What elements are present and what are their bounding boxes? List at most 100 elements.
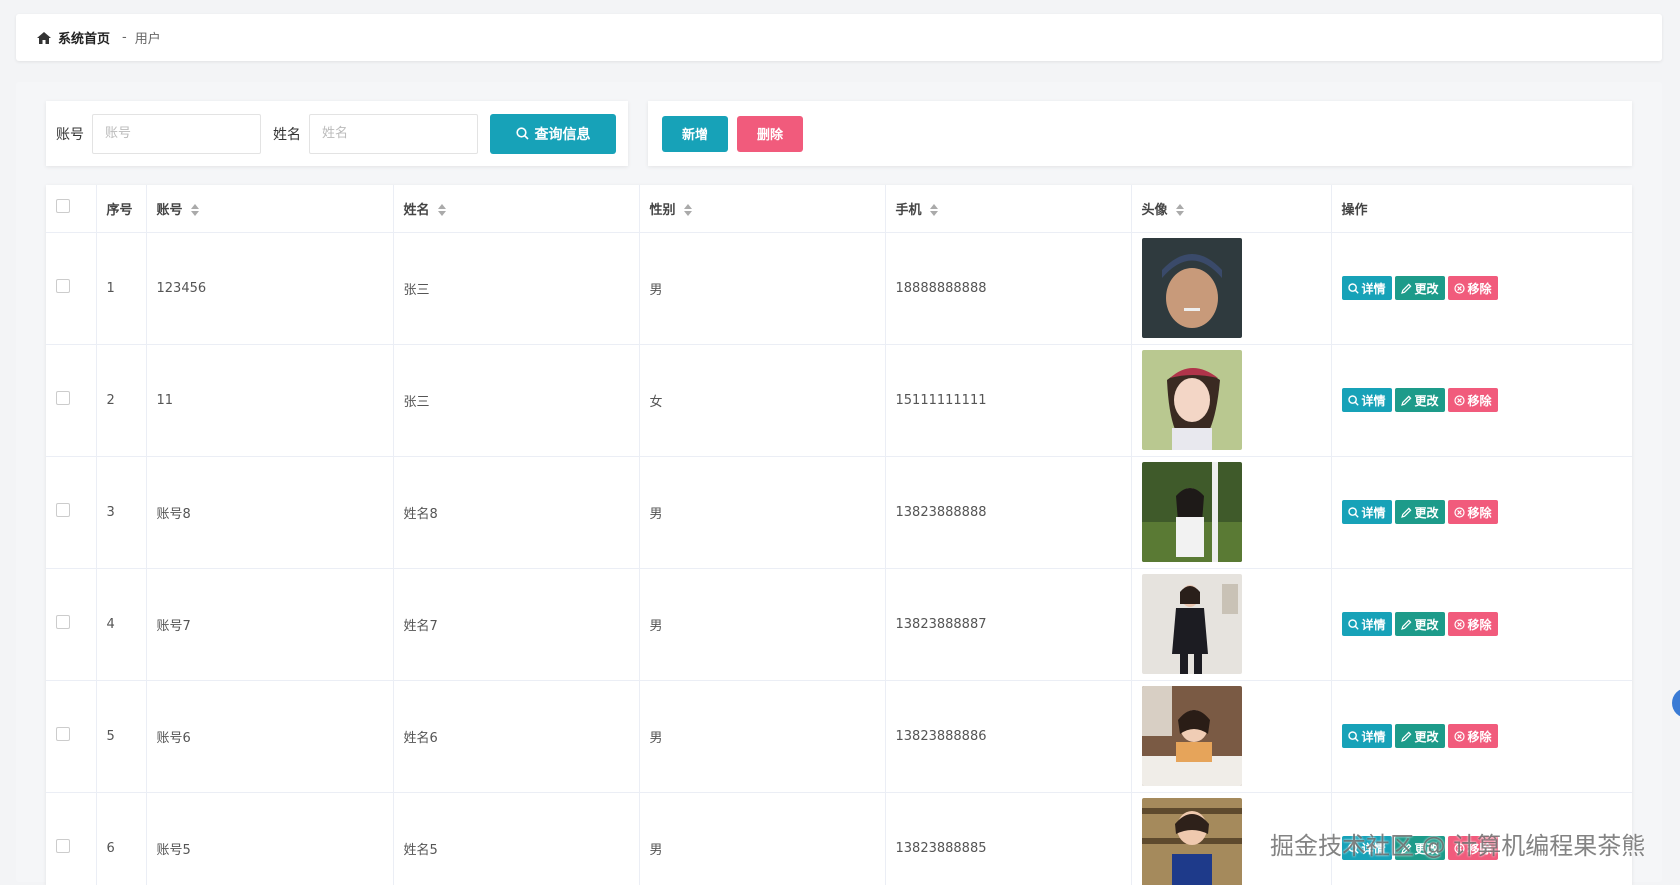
remove-button-label: 移除	[1467, 281, 1492, 296]
detail-button[interactable]: 详情	[1341, 388, 1392, 412]
name-search-input[interactable]	[309, 113, 478, 154]
remove-button[interactable]: 移除	[1447, 500, 1498, 524]
cell-phone: 13823888888	[885, 456, 1132, 569]
detail-button[interactable]: 详情	[1341, 724, 1392, 748]
table-row: 5 账号6 姓名6 男 13823888886 详情 更改 移除	[46, 680, 1632, 793]
remove-button-label: 移除	[1467, 393, 1492, 408]
search-icon	[1347, 730, 1359, 742]
header-index: 序号	[96, 185, 147, 233]
cell-name: 姓名5	[393, 792, 640, 885]
pencil-icon	[1400, 731, 1411, 742]
edit-button[interactable]: 更改	[1394, 612, 1445, 636]
sort-icon[interactable]	[929, 204, 938, 217]
edit-button-label: 更改	[1414, 729, 1439, 744]
header-account[interactable]: 账号	[146, 185, 394, 233]
avatar[interactable]	[1141, 686, 1242, 786]
row-checkbox[interactable]	[56, 279, 70, 293]
table-header-row: 序号 账号 姓名 性别 手机 头像 操作	[46, 185, 1632, 233]
cell-name: 姓名6	[393, 680, 640, 793]
breadcrumb: 系统首页 - 用户	[16, 14, 1662, 61]
remove-button-label: 移除	[1467, 729, 1492, 744]
avatar[interactable]	[1141, 574, 1242, 674]
edit-button[interactable]: 更改	[1394, 500, 1445, 524]
account-search-input[interactable]	[92, 113, 261, 154]
user-table: 序号 账号 姓名 性别 手机 头像 操作 1 123456 张三男 188888888…	[46, 185, 1632, 885]
delete-button[interactable]: 删除	[737, 115, 803, 152]
sort-icon[interactable]	[683, 204, 692, 217]
table-row: 3 账号8 姓名8 男 13823888888 详情 更改 移除	[46, 456, 1632, 569]
avatar[interactable]	[1141, 238, 1242, 338]
detail-button[interactable]: 详情	[1341, 500, 1392, 524]
pencil-icon	[1400, 283, 1411, 294]
cell-ops: 详情 更改 移除	[1331, 344, 1632, 457]
row-checkbox[interactable]	[56, 503, 70, 517]
cell-name: 张三	[393, 232, 640, 345]
select-all-checkbox[interactable]	[56, 199, 70, 214]
edit-button[interactable]: 更改	[1394, 276, 1445, 300]
breadcrumb-home[interactable]: 系统首页	[58, 28, 110, 47]
header-phone[interactable]: 手机	[885, 185, 1132, 233]
cell-gender: 男	[639, 232, 886, 345]
add-button[interactable]: 新增	[662, 115, 728, 152]
cell-account: 123456	[146, 232, 394, 345]
sort-icon[interactable]	[190, 204, 199, 217]
row-checkbox[interactable]	[56, 391, 70, 405]
watermark: 掘金技术社区 @ 计算机编程果茶熊	[1270, 832, 1646, 860]
search-button[interactable]: 查询信息	[490, 113, 616, 154]
remove-button[interactable]: 移除	[1447, 612, 1498, 636]
sort-icon[interactable]	[1175, 204, 1184, 217]
edit-button[interactable]: 更改	[1394, 724, 1445, 748]
search-icon	[1347, 506, 1359, 518]
avatar[interactable]	[1141, 350, 1242, 450]
remove-button[interactable]: 移除	[1447, 724, 1498, 748]
action-toolbar: 新增 删除	[648, 101, 1632, 166]
cell-index: 2	[96, 344, 147, 457]
cell-phone: 18888888888	[885, 232, 1132, 345]
close-circle-icon	[1453, 282, 1465, 294]
cell-index: 5	[96, 680, 147, 793]
detail-button-label: 详情	[1361, 729, 1386, 744]
header-ops: 操作	[1331, 185, 1632, 233]
detail-button-label: 详情	[1361, 393, 1386, 408]
cell-gender: 男	[639, 792, 886, 885]
row-select-cell	[46, 232, 97, 345]
close-circle-icon	[1453, 394, 1465, 406]
cell-gender: 男	[639, 680, 886, 793]
search-form: 账号 姓名 查询信息	[46, 101, 628, 166]
cell-ops: 详情 更改 移除	[1331, 568, 1632, 681]
cell-index: 1	[96, 232, 147, 345]
side-float-button[interactable]	[1672, 688, 1680, 718]
cell-gender: 男	[639, 568, 886, 681]
name-label: 姓名	[273, 126, 301, 143]
cell-phone: 13823888887	[885, 568, 1132, 681]
home-icon[interactable]	[36, 31, 52, 45]
cell-avatar	[1131, 232, 1332, 345]
header-phone-label: 手机	[895, 202, 922, 218]
row-checkbox[interactable]	[56, 839, 70, 853]
remove-button[interactable]: 移除	[1447, 276, 1498, 300]
detail-button[interactable]: 详情	[1341, 612, 1392, 636]
header-name[interactable]: 姓名	[393, 185, 640, 233]
edit-button-label: 更改	[1414, 281, 1439, 296]
table-row: 2 11 张三女 15111111111 详情 更改 移除	[46, 344, 1632, 457]
header-gender[interactable]: 性别	[639, 185, 886, 233]
avatar[interactable]	[1141, 462, 1242, 562]
cell-index: 4	[96, 568, 147, 681]
search-button-label: 查询信息	[534, 126, 591, 143]
detail-button[interactable]: 详情	[1341, 276, 1392, 300]
row-checkbox[interactable]	[56, 615, 70, 629]
row-checkbox[interactable]	[56, 727, 70, 741]
edit-button[interactable]: 更改	[1394, 388, 1445, 412]
search-icon	[1347, 282, 1359, 294]
cell-avatar	[1131, 568, 1332, 681]
header-avatar[interactable]: 头像	[1131, 185, 1332, 233]
sort-icon[interactable]	[437, 204, 446, 217]
row-select-cell	[46, 792, 97, 885]
remove-button[interactable]: 移除	[1447, 388, 1498, 412]
header-account-label: 账号	[156, 202, 183, 218]
avatar[interactable]	[1141, 798, 1242, 885]
cell-ops: 详情 更改 移除	[1331, 680, 1632, 793]
cell-account: 账号6	[146, 680, 394, 793]
cell-gender: 女	[639, 344, 886, 457]
cell-ops: 详情 更改 移除	[1331, 456, 1632, 569]
